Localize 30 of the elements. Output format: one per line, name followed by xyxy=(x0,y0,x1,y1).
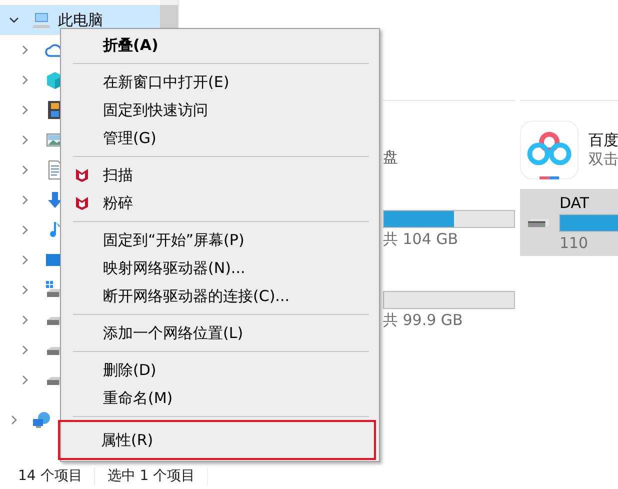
drive-capacity: 共 104 GB xyxy=(383,230,460,249)
tree-label: 此电脑 xyxy=(58,10,103,30)
tile-title: 百度 xyxy=(588,131,618,150)
menu-item[interactable]: 固定到快速访问 xyxy=(61,96,379,124)
app-tile[interactable]: 百度 双击 xyxy=(520,119,618,181)
menu-item[interactable]: 属性(R) xyxy=(59,421,375,459)
drive-tile[interactable]: DAT 110 xyxy=(520,189,618,256)
menu-item[interactable]: 在新窗口中打开(E) xyxy=(61,68,379,96)
menu-item[interactable]: 扫描 xyxy=(61,161,379,189)
tile-subtitle: 双击 xyxy=(588,150,618,169)
scrollbar-thumb[interactable] xyxy=(160,5,178,29)
tile-title: DAT xyxy=(559,194,590,212)
drive-name: 盘 xyxy=(383,148,399,168)
menu-item[interactable]: 管理(G) xyxy=(61,124,379,152)
menu-item[interactable]: 重命名(M) xyxy=(61,384,379,412)
menu-item[interactable]: 映射网络驱动器(N)... xyxy=(61,254,379,282)
shield-icon xyxy=(75,168,89,182)
shield-icon xyxy=(75,196,89,210)
cloud-app-icon xyxy=(520,120,579,180)
menu-item[interactable]: 断开网络驱动器的连接(C)... xyxy=(61,282,379,310)
drive-capacity: 110 xyxy=(559,234,590,252)
menu-item[interactable]: 添加一个网络位置(L) xyxy=(61,319,379,347)
network-icon xyxy=(32,410,52,430)
status-text: 选中 1 个项目 xyxy=(107,466,208,484)
drive-capacity: 共 99.9 GB xyxy=(383,311,464,330)
status-text: 14 个项目 xyxy=(18,466,96,484)
menu-item[interactable]: 粉碎 xyxy=(61,189,379,217)
computer-icon xyxy=(32,10,52,30)
menu-item[interactable]: 固定到“开始”屏幕(P) xyxy=(61,226,379,254)
menu-item[interactable]: 删除(D) xyxy=(61,356,379,384)
